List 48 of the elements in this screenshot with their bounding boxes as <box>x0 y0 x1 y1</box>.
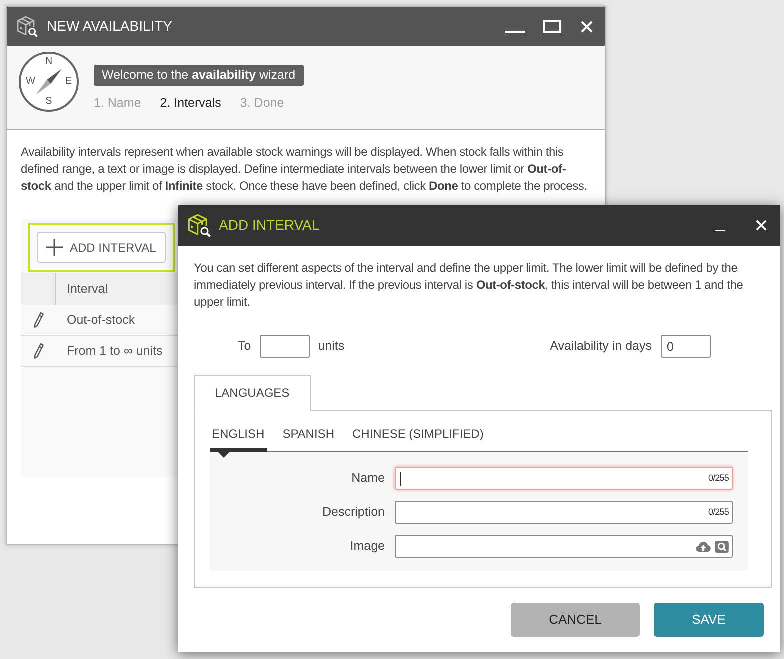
wizard-step: 3. Done <box>240 94 284 113</box>
tab-pointer-icon <box>218 452 230 458</box>
field-label: Description <box>321 504 385 522</box>
plus-icon <box>46 239 63 256</box>
window-title: NEW AVAILABILITY <box>47 17 173 36</box>
compass-letter: E <box>65 77 72 87</box>
compass-needle-icon <box>36 69 62 95</box>
table-cell-text: Out-of-stock <box>66 312 136 329</box>
field-label: units <box>318 338 345 356</box>
table-cell-text: From 1 to ∞ units <box>66 342 163 360</box>
box-search-icon <box>17 16 38 38</box>
compass-letter: N <box>45 57 53 67</box>
add-interval-button[interactable]: ADD INTERVAL <box>37 232 166 263</box>
text-field[interactable]: 0/255 <box>395 467 733 490</box>
cloud-upload-icon[interactable] <box>696 541 711 552</box>
cancel-button[interactable]: CANCEL <box>511 603 640 637</box>
section-tab[interactable]: LANGUAGES <box>194 375 311 411</box>
language-tab[interactable]: CHINESE (SIMPLIFIED) <box>350 422 486 452</box>
maximize-icon[interactable] <box>543 20 561 33</box>
compass-letter: S <box>46 97 52 107</box>
wizard-step: 2. Intervals <box>160 94 222 113</box>
save-button[interactable]: SAVE <box>654 603 764 637</box>
language-tab[interactable]: SPANISH <box>280 422 336 452</box>
field-label: To <box>238 338 252 356</box>
dialog-title: ADD INTERVAL <box>219 216 320 235</box>
image-search-icon[interactable] <box>715 540 729 552</box>
units-input[interactable] <box>260 335 310 358</box>
close-icon[interactable] <box>581 20 593 32</box>
char-counter: 0/255 <box>708 506 729 519</box>
text-cursor <box>400 472 401 486</box>
wizard-step: 1. Name <box>94 94 142 113</box>
compass-letter: W <box>26 77 36 87</box>
image-field[interactable] <box>395 535 733 558</box>
welcome-badge: Welcome to the availability wizard <box>94 65 304 86</box>
column-header: Interval <box>67 280 108 298</box>
text-field[interactable]: 0/255 <box>395 501 733 524</box>
description-text: You can set different aspects of the interval and define the upper limit. The lower limit will be defined by the immediately previous interval. If the previous interval is Out-of-stock, this interval will be between 1 and the upper limit. <box>193 260 744 311</box>
char-counter: 0/255 <box>708 472 729 485</box>
minimize-icon[interactable] <box>715 230 725 232</box>
pencil-icon[interactable] <box>34 312 44 328</box>
field-label: Availability in days <box>550 338 652 356</box>
box-search-icon <box>188 214 211 238</box>
close-icon[interactable] <box>756 220 767 231</box>
field-label: Image <box>349 538 385 556</box>
pencil-icon[interactable] <box>34 343 44 359</box>
days-input[interactable]: 0 <box>661 335 711 358</box>
field-label: Name <box>350 470 385 488</box>
description-text: Availability intervals represent when available stock warnings will be displayed. When stock falls within this defined range, a text or image is displayed. Define intermediate intervals between the lower limit or Out-of-stock and the upper limit of Infinite stock. Once these have been defined, click Done to complete the process. <box>20 144 588 195</box>
